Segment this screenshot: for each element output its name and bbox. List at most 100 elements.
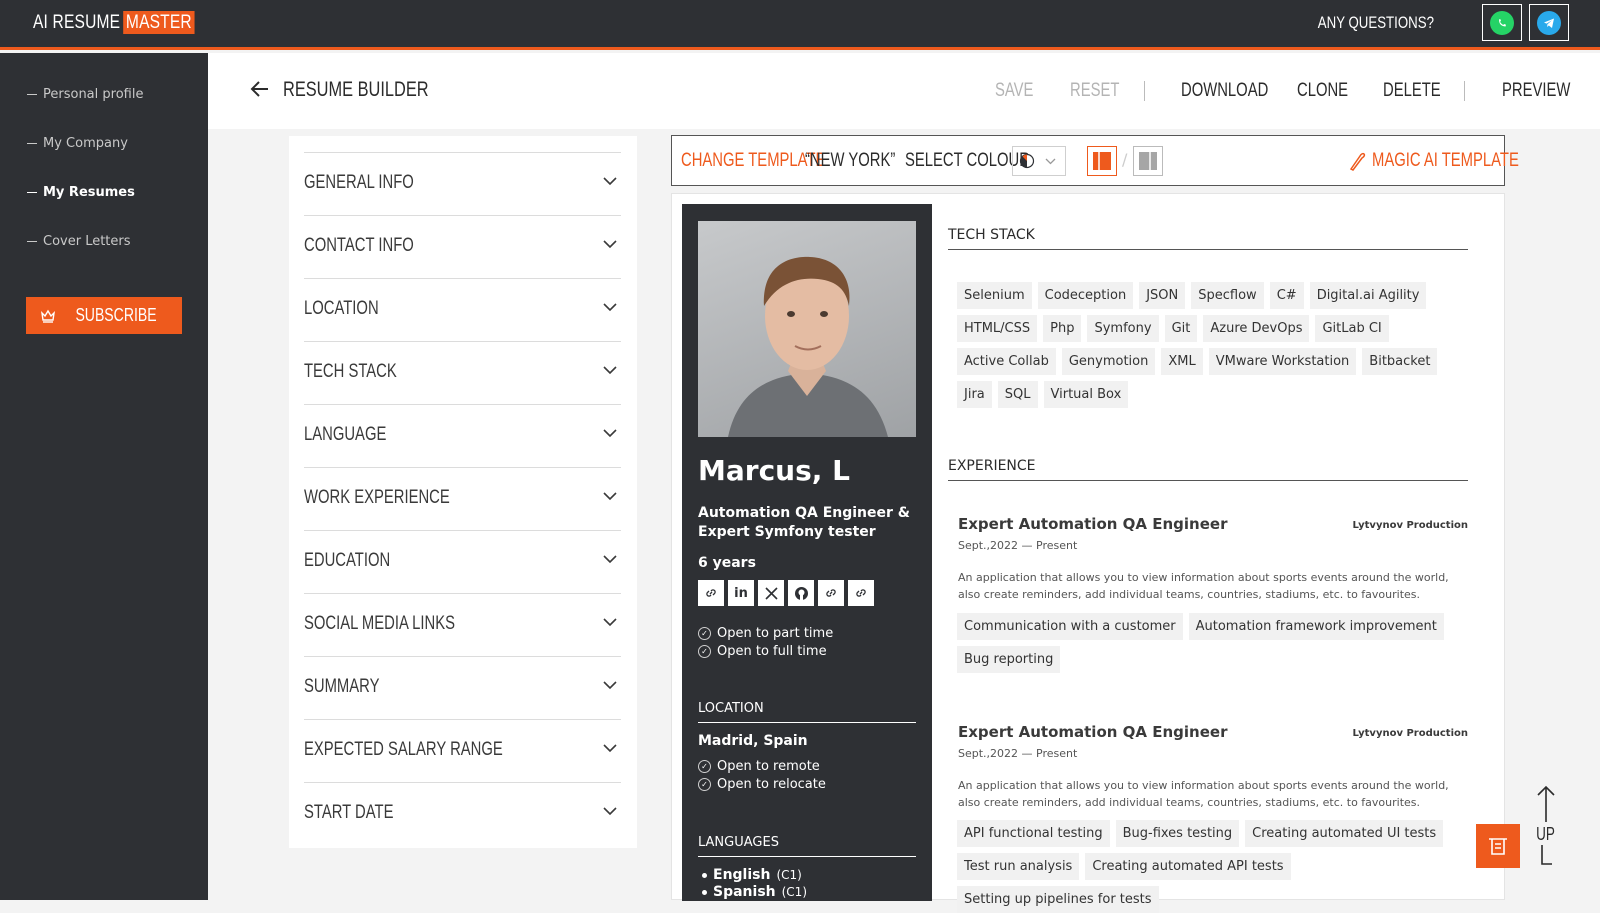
- candidate-role: Automation QA Engineer & Expert Symfony …: [698, 505, 911, 540]
- section-label: EDUCATION: [304, 550, 391, 571]
- location-heading: LOCATION: [698, 701, 916, 723]
- app-logo[interactable]: AI RESUME MASTER: [33, 11, 195, 34]
- logo-text: AI RESUME: [33, 12, 121, 33]
- tech-tag: Active Collab: [957, 348, 1056, 375]
- page-header: RESUME BUILDER SAVE RESET DOWNLOAD CLONE…: [208, 53, 1600, 129]
- tech-tag: XML: [1161, 348, 1203, 375]
- layout-sidebar-right-button[interactable]: [1133, 146, 1163, 176]
- section-summary[interactable]: SUMMARY: [304, 656, 621, 719]
- top-bar: AI RESUME MASTER ANY QUESTIONS?: [0, 0, 1600, 50]
- template-name: “NEW YORK”: [805, 150, 896, 171]
- preview-button[interactable]: PREVIEW: [1502, 80, 1570, 102]
- download-button[interactable]: DOWNLOAD: [1181, 80, 1268, 102]
- language-item: English (C1): [702, 867, 802, 883]
- link-icon[interactable]: [818, 580, 844, 606]
- sidebar-item-my-resumes[interactable]: My Resumes: [27, 185, 135, 200]
- tech-tag: Symfony: [1087, 315, 1159, 342]
- section-work-experience[interactable]: WORK EXPERIENCE: [304, 467, 621, 530]
- tech-tag: Php: [1043, 315, 1082, 342]
- whatsapp-button[interactable]: [1482, 4, 1522, 41]
- subscribe-button[interactable]: SUBSCRIBE: [26, 297, 182, 334]
- section-label: SOCIAL MEDIA LINKS: [304, 613, 456, 634]
- chevron-down-icon: [603, 177, 617, 186]
- language-level: (C1): [776, 868, 802, 882]
- section-social-media-links[interactable]: SOCIAL MEDIA LINKS: [304, 593, 621, 656]
- job-description: An application that allows you to view i…: [958, 779, 1449, 809]
- whatsapp-icon: [1490, 10, 1514, 35]
- telegram-icon: [1537, 10, 1561, 35]
- linkedin-icon[interactable]: in: [728, 580, 754, 606]
- language-level: (C1): [781, 885, 808, 899]
- chevron-down-icon: [603, 366, 617, 375]
- tech-tag: Azure DevOps: [1203, 315, 1310, 342]
- experience-years: 6 years: [698, 555, 756, 571]
- section-start-date[interactable]: START DATE: [304, 782, 621, 845]
- tech-tag: VMware Workstation: [1208, 348, 1357, 375]
- layout-right-icon: [1139, 152, 1157, 170]
- save-button[interactable]: SAVE: [995, 80, 1033, 102]
- github-icon[interactable]: [788, 580, 814, 606]
- template-toolbar: CHANGE TEMPLATE “NEW YORK” SELECT COLOUR…: [671, 135, 1519, 186]
- back-arrow-icon[interactable]: [250, 80, 270, 98]
- magic-ai-template-button[interactable]: MAGIC AI TEMPLATE: [1372, 150, 1519, 172]
- job-company: Lytvynov Production: [1352, 728, 1468, 739]
- corner-line-icon: [1540, 845, 1552, 865]
- social-links: in: [698, 580, 874, 606]
- language-name: Spanish: [713, 884, 776, 900]
- divider: /: [1122, 150, 1128, 169]
- reset-button[interactable]: RESET: [1070, 80, 1119, 102]
- profile-photo: [698, 221, 916, 437]
- skill-tag: Test run analysis: [957, 853, 1080, 880]
- section-language[interactable]: LANGUAGE: [304, 404, 621, 467]
- magic-wand-icon: [1349, 152, 1366, 171]
- section-education[interactable]: EDUCATION: [304, 530, 621, 593]
- link-icon[interactable]: [848, 580, 874, 606]
- job-title: Expert Automation QA Engineer: [958, 515, 1228, 533]
- section-label: SUMMARY: [304, 676, 380, 697]
- change-template-button[interactable]: CHANGE TEMPLATE: [681, 150, 825, 172]
- skill-tag: Bug reporting: [957, 646, 1061, 673]
- link-icon[interactable]: [698, 580, 724, 606]
- sidebar-item-my-company[interactable]: My Company: [27, 136, 128, 151]
- tech-tag: SQL: [997, 381, 1038, 408]
- section-general-info[interactable]: GENERAL INFO: [304, 152, 621, 215]
- section-contact-info[interactable]: CONTACT INFO: [304, 215, 621, 278]
- availability-label: Open to part time: [717, 626, 834, 641]
- telegram-button[interactable]: [1529, 4, 1569, 41]
- section-label: EXPECTED SALARY RANGE: [304, 739, 503, 760]
- tech-tag: Codeception: [1037, 282, 1134, 309]
- skill-tag: Bug-fixes testing: [1115, 820, 1240, 847]
- availability-label: Open to full time: [717, 644, 827, 659]
- skill-tag: Automation framework improvement: [1188, 613, 1444, 640]
- notes-button[interactable]: [1476, 824, 1520, 868]
- dash-icon: [27, 241, 37, 242]
- check-circle-icon: ✓: [698, 645, 711, 658]
- bullet-icon: [702, 872, 707, 878]
- x-icon[interactable]: [758, 580, 784, 606]
- sidebar-item-cover-letters[interactable]: Cover Letters: [27, 234, 131, 249]
- section-tech-stack[interactable]: TECH STACK: [304, 341, 621, 404]
- languages-heading: LANGUAGES: [698, 835, 916, 857]
- delete-button[interactable]: DELETE: [1383, 80, 1441, 102]
- bullet-icon: [702, 889, 707, 895]
- section-location[interactable]: LOCATION: [304, 278, 621, 341]
- job-skill-tags: API functional testing Bug-fixes testing…: [957, 820, 1477, 913]
- tech-tag: Selenium: [957, 282, 1032, 309]
- job-description: An application that allows you to view i…: [958, 571, 1449, 601]
- colour-select[interactable]: [1012, 146, 1066, 176]
- skill-tag: Creating automated API tests: [1085, 853, 1291, 880]
- sections-panel: GENERAL INFO CONTACT INFO LOCATION TECH …: [289, 136, 637, 848]
- sidebar-item-personal-profile[interactable]: Personal profile: [27, 87, 143, 102]
- layout-sidebar-left-button[interactable]: [1087, 146, 1117, 176]
- section-label: WORK EXPERIENCE: [304, 487, 450, 508]
- logo-accent: MASTER: [123, 11, 195, 34]
- chevron-down-icon: [603, 555, 617, 564]
- scroll-up-button[interactable]: UP: [1533, 784, 1558, 866]
- section-expected-salary-range[interactable]: EXPECTED SALARY RANGE: [304, 719, 621, 782]
- tech-tag: Genymotion: [1061, 348, 1156, 375]
- check-circle-icon: ✓: [698, 760, 711, 773]
- chevron-down-icon: [1045, 158, 1056, 164]
- check-circle-icon: ✓: [698, 627, 711, 640]
- clone-button[interactable]: CLONE: [1297, 80, 1348, 102]
- chevron-down-icon: [603, 681, 617, 690]
